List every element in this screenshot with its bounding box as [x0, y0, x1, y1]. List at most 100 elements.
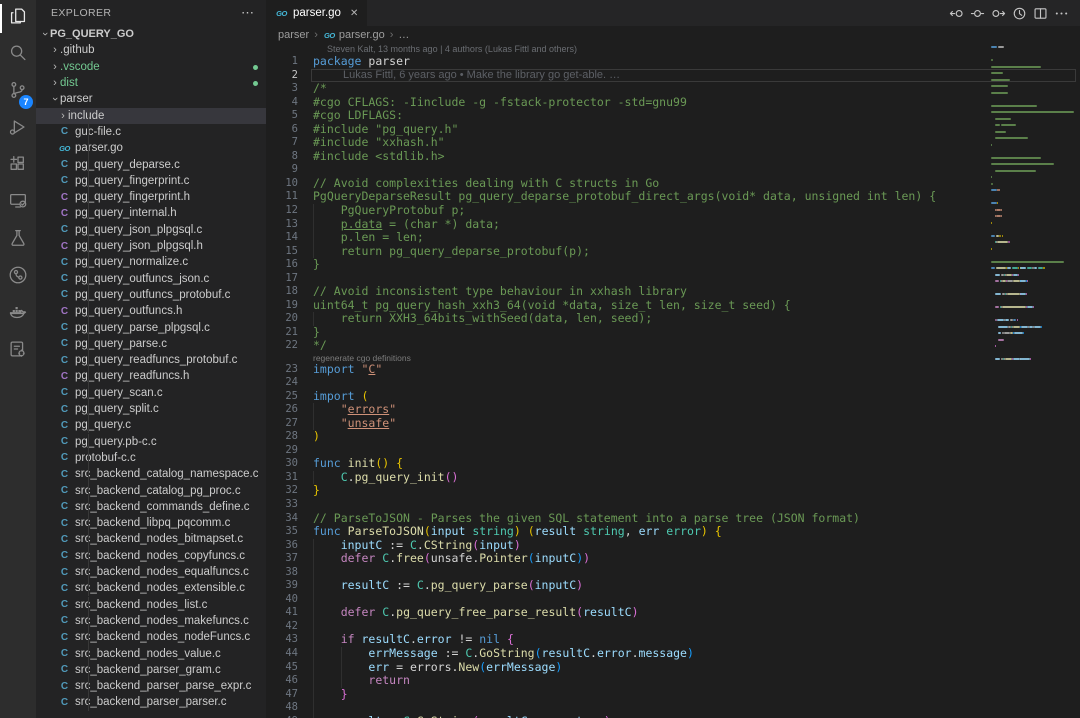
tree-item-pg-query-outfuncs-protobuf.c[interactable]: Cpg_query_outfuncs_protobuf.c	[36, 287, 266, 303]
tree-item-src-backend-commands-define.c[interactable]: Csrc_backend_commands_define.c	[36, 499, 266, 515]
activitybar-source-control[interactable]: 7	[0, 74, 36, 111]
tree-item-pg-query-outfuncs-json.c[interactable]: Cpg_query_outfuncs_json.c	[36, 271, 266, 287]
tree-item-pg-query-outfuncs.h[interactable]: Cpg_query_outfuncs.h	[36, 303, 266, 319]
tree-item-src-backend-nodes-nodefuncs.c[interactable]: Csrc_backend_nodes_nodeFuncs.c	[36, 629, 266, 645]
code-line[interactable]: 6#include "pg_query.h"	[266, 123, 1080, 137]
activitybar-extensions[interactable]	[0, 148, 36, 185]
tree-item-parser.go[interactable]: GOparser.go	[36, 140, 266, 156]
tree-item-pg-query.pb-c.c[interactable]: Cpg_query.pb-c.c	[36, 434, 266, 450]
code-line[interactable]: 28)	[266, 430, 1080, 444]
code-line[interactable]: 4#cgo CFLAGS: -Iinclude -g -fstack-prote…	[266, 96, 1080, 110]
tree-item-pg-query-readfuncs-protobuf.c[interactable]: Cpg_query_readfuncs_protobuf.c	[36, 352, 266, 368]
tree-item-pg-query-internal.h[interactable]: Cpg_query_internal.h	[36, 205, 266, 221]
tree-item-.github[interactable]: ›.github	[36, 42, 266, 58]
more-actions-icon[interactable]: ⋯	[241, 8, 254, 18]
code-line[interactable]: 35func ParseToJSON(input string) (result…	[266, 525, 1080, 539]
code-line[interactable]: 1package parser	[266, 55, 1080, 69]
tree-item-src-backend-nodes-list.c[interactable]: Csrc_backend_nodes_list.c	[36, 597, 266, 613]
minimap[interactable]	[990, 44, 1078, 718]
open-changes-icon[interactable]	[967, 3, 988, 23]
code-line[interactable]: 15 return pg_query_deparse_protobuf(p);	[266, 245, 1080, 259]
code-line[interactable]: 37 defer C.free(unsafe.Pointer(inputC))	[266, 552, 1080, 566]
code-lens[interactable]: regenerate cgo definitions	[266, 353, 1080, 363]
code-line[interactable]: 12 PgQueryProtobuf p;	[266, 204, 1080, 218]
activitybar-testing[interactable]	[0, 222, 36, 259]
tree-item-include[interactable]: ›include	[36, 108, 266, 124]
activitybar-explorer[interactable]	[0, 0, 36, 37]
tree-item-src-backend-nodes-makefuncs.c[interactable]: Csrc_backend_nodes_makefuncs.c	[36, 613, 266, 629]
code-line[interactable]: 19uint64_t pg_query_hash_xxh3_64(void *d…	[266, 299, 1080, 313]
tree-item-src-backend-catalog-pg-proc.c[interactable]: Csrc_backend_catalog_pg_proc.c	[36, 482, 266, 498]
tree-item-pg-query-json-plpgsql.h[interactable]: Cpg_query_json_plpgsql.h	[36, 238, 266, 254]
tree-item-src-backend-catalog-namespace.c[interactable]: Csrc_backend_catalog_namespace.c	[36, 466, 266, 482]
code-line[interactable]: 24	[266, 376, 1080, 390]
tree-item-src-backend-nodes-value.c[interactable]: Csrc_backend_nodes_value.c	[36, 645, 266, 661]
activitybar-docker[interactable]	[0, 296, 36, 333]
tree-item-.vscode[interactable]: ›.vscode	[36, 59, 266, 75]
tree-item-pg-query-scan.c[interactable]: Cpg_query_scan.c	[36, 385, 266, 401]
activitybar-git-history[interactable]	[0, 259, 36, 296]
code-line[interactable]: 34// ParseToJSON - Parses the given SQL …	[266, 512, 1080, 526]
activitybar-remote-explorer[interactable]	[0, 185, 36, 222]
code-line[interactable]: 33	[266, 498, 1080, 512]
tree-item-pg-query-parse.c[interactable]: Cpg_query_parse.c	[36, 336, 266, 352]
split-editor-icon[interactable]	[1030, 3, 1051, 23]
tree-item-src-backend-parser-gram.c[interactable]: Csrc_backend_parser_gram.c	[36, 662, 266, 678]
tree-item-pg-query-json-plpgsql.c[interactable]: Cpg_query_json_plpgsql.c	[36, 222, 266, 238]
tree-item-dist[interactable]: ›dist	[36, 75, 266, 91]
code-line[interactable]: 47 }	[266, 688, 1080, 702]
code-line[interactable]: 14 p.len = len;	[266, 231, 1080, 245]
code-line[interactable]: 40	[266, 593, 1080, 607]
code-line[interactable]: 38	[266, 566, 1080, 580]
tree-item-pg-query-readfuncs.h[interactable]: Cpg_query_readfuncs.h	[36, 368, 266, 384]
code-line[interactable]: 46 return	[266, 674, 1080, 688]
code-line[interactable]: 32}	[266, 484, 1080, 498]
tree-item-pg-query.c[interactable]: Cpg_query.c	[36, 417, 266, 433]
code-line[interactable]: 8#include <stdlib.h>	[266, 150, 1080, 164]
code-line[interactable]: 43 if resultC.error != nil {	[266, 633, 1080, 647]
breadcrumb-item[interactable]: GOparser.go	[323, 29, 385, 41]
code-line[interactable]: 30func init() {	[266, 457, 1080, 471]
tree-item-src-backend-libpq-pqcomm.c[interactable]: Csrc_backend_libpq_pqcomm.c	[36, 515, 266, 531]
code-line[interactable]: 44 errMessage := C.GoString(resultC.erro…	[266, 647, 1080, 661]
more-actions-icon[interactable]	[1051, 3, 1072, 23]
tree-item-protobuf-c.c[interactable]: Cprotobuf-c.c	[36, 450, 266, 466]
tree-item-pg-query-split.c[interactable]: Cpg_query_split.c	[36, 401, 266, 417]
tree-item-src-backend-parser-parse-expr.c[interactable]: Csrc_backend_parser_parse_expr.c	[36, 678, 266, 694]
code-line[interactable]: 13 p.data = (char *) data;	[266, 218, 1080, 232]
tree-item-pg-query-fingerprint.c[interactable]: Cpg_query_fingerprint.c	[36, 173, 266, 189]
code-line[interactable]: 45 err = errors.New(errMessage)	[266, 661, 1080, 675]
tree-item-src-backend-nodes-equalfuncs.c[interactable]: Csrc_backend_nodes_equalfuncs.c	[36, 564, 266, 580]
tree-item-pg-query-parse-plpgsql.c[interactable]: Cpg_query_parse_plpgsql.c	[36, 319, 266, 335]
code-line[interactable]: 5#cgo LDFLAGS:	[266, 109, 1080, 123]
code-line[interactable]: 29	[266, 444, 1080, 458]
code-line[interactable]: 39 resultC := C.pg_query_parse(inputC)	[266, 579, 1080, 593]
code-line[interactable]: 7#include "xxhash.h"	[266, 136, 1080, 150]
tree-item-src-backend-nodes-extensible.c[interactable]: Csrc_backend_nodes_extensible.c	[36, 580, 266, 596]
code-line[interactable]: 31 C.pg_query_init()	[266, 471, 1080, 485]
tree-item-src-backend-nodes-bitmapset.c[interactable]: Csrc_backend_nodes_bitmapset.c	[36, 531, 266, 547]
code-line[interactable]: 48	[266, 701, 1080, 715]
code-line[interactable]: 36 inputC := C.CString(input)	[266, 539, 1080, 553]
tree-item-pg-query-deparse.c[interactable]: Cpg_query_deparse.c	[36, 156, 266, 172]
code-line[interactable]: 20 return XXH3_64bits_withSeed(data, len…	[266, 312, 1080, 326]
breadcrumb-item[interactable]: parser	[278, 29, 309, 41]
code-line[interactable]: 18// Avoid inconsistent type behaviour i…	[266, 285, 1080, 299]
code-line[interactable]: 3/*	[266, 82, 1080, 96]
code-line[interactable]: 16}	[266, 258, 1080, 272]
tree-item-parser[interactable]: ›parser	[36, 91, 266, 107]
open-previous-change-icon[interactable]	[946, 3, 967, 23]
code-line[interactable]: 23import "C"	[266, 363, 1080, 377]
code-line[interactable]: 10// Avoid complexities dealing with C s…	[266, 177, 1080, 191]
activitybar-search[interactable]	[0, 37, 36, 74]
tree-item-pg-query-fingerprint.h[interactable]: Cpg_query_fingerprint.h	[36, 189, 266, 205]
code-line[interactable]: 27 "unsafe"	[266, 417, 1080, 431]
code-line[interactable]: 25import (	[266, 390, 1080, 404]
tree-item-src-backend-nodes-copyfuncs.c[interactable]: Csrc_backend_nodes_copyfuncs.c	[36, 548, 266, 564]
code-line[interactable]: 42	[266, 620, 1080, 634]
activitybar-run-debug[interactable]	[0, 111, 36, 148]
breadcrumb-item[interactable]: …	[398, 29, 409, 41]
code-line[interactable]: 17	[266, 272, 1080, 286]
code-line[interactable]: 26 "errors"	[266, 403, 1080, 417]
tree-item-guc-file.c[interactable]: Cguc-file.c	[36, 124, 266, 140]
